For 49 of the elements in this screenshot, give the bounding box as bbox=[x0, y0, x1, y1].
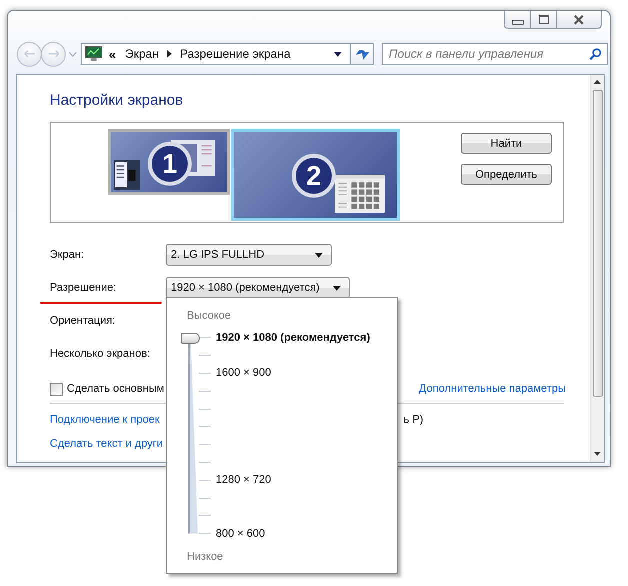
action-button[interactable]: Определить bbox=[461, 164, 552, 185]
setting-label: Ориентация: bbox=[50, 315, 117, 327]
setting-label: Несколько экранов: bbox=[50, 348, 152, 360]
chevron-icon[interactable] bbox=[167, 50, 172, 58]
slider-thumb[interactable] bbox=[181, 332, 200, 344]
advanced-settings-link[interactable]: Дополнительные параметры bbox=[419, 383, 566, 395]
action-button[interactable]: Найти bbox=[461, 133, 552, 154]
high-label: Высокое bbox=[187, 309, 232, 324]
close-icon bbox=[573, 14, 585, 24]
link-description: ь P) bbox=[404, 414, 424, 426]
scroll-up-icon[interactable] bbox=[594, 80, 601, 84]
breadcrumb-overflow[interactable]: « bbox=[109, 46, 116, 62]
monitor-drawing[interactable]: 2 bbox=[231, 129, 400, 221]
caret-icon bbox=[315, 252, 323, 258]
resolution-option[interactable]: 1920 × 1080 (рекомендуется) bbox=[216, 332, 370, 344]
display-number: 1 bbox=[148, 142, 192, 186]
scrollbar[interactable] bbox=[590, 75, 604, 462]
scroll-down-icon[interactable] bbox=[594, 452, 601, 456]
low-label: Низкое bbox=[187, 550, 224, 565]
display-number: 2 bbox=[292, 154, 336, 198]
help-link[interactable]: Сделать текст и други bbox=[50, 438, 164, 450]
window-icon bbox=[114, 160, 140, 190]
monitor-drawing[interactable]: 1 bbox=[108, 129, 230, 195]
search-icon bbox=[589, 48, 602, 60]
scrollbar-thumb[interactable] bbox=[592, 90, 602, 397]
window-icon bbox=[335, 175, 385, 213]
resolution-option[interactable]: 800 × 600 bbox=[216, 528, 266, 540]
breadcrumb-item[interactable]: Разрешение экрана bbox=[180, 47, 291, 61]
forward-arrow-icon bbox=[48, 50, 60, 58]
caret-icon bbox=[333, 286, 341, 290]
search-field[interactable]: Поиск в панели управления bbox=[382, 43, 608, 65]
breadcrumb-item[interactable]: Экран bbox=[125, 47, 160, 61]
dropdown[interactable]: 1920 × 1080 (рекомендуется) bbox=[166, 277, 350, 299]
close-button[interactable] bbox=[557, 11, 602, 29]
refresh-button[interactable] bbox=[351, 43, 374, 65]
address-bar[interactable]: « Экран Разрешение экрана bbox=[81, 43, 351, 65]
back-arrow-icon bbox=[24, 50, 36, 58]
dropdown-caret-icon[interactable] bbox=[334, 52, 342, 56]
checkbox[interactable]: Сделать основным bbox=[50, 382, 164, 396]
minimize-button[interactable] bbox=[504, 11, 531, 29]
help-link[interactable]: Подключение к проек bbox=[50, 414, 160, 426]
monitor-icon bbox=[85, 46, 103, 62]
setting-label: Разрешение: bbox=[50, 282, 118, 294]
dropdown[interactable]: 2. LG IPS FULLHD bbox=[166, 244, 332, 266]
maximize-button[interactable] bbox=[531, 11, 557, 29]
page-title: Настройки экранов bbox=[50, 92, 184, 110]
setting-label: Экран: bbox=[50, 249, 86, 261]
resolution-option[interactable]: 1600 × 900 bbox=[216, 367, 272, 380]
resolution-option[interactable]: 1280 × 720 bbox=[216, 474, 272, 486]
